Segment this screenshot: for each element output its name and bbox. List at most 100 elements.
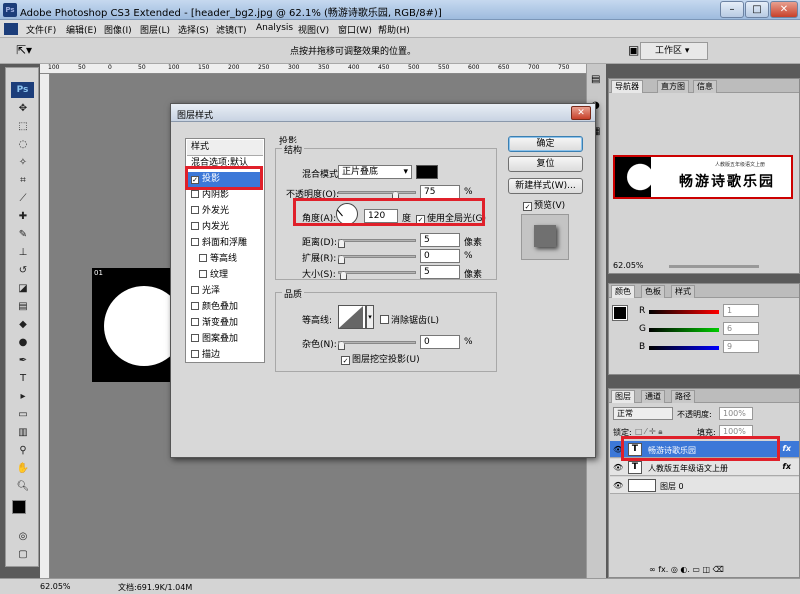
tab-styles[interactable]: 样式 [671,285,695,298]
contour-picker[interactable] [338,305,366,329]
noise-input[interactable]: 0 [420,335,460,349]
eye-icon[interactable]: 👁︎ [613,445,623,454]
brush-tool-icon[interactable]: ✎ [14,228,32,242]
navigator-zoom-slider[interactable] [669,265,759,268]
healing-brush-icon[interactable]: ✚ [14,210,32,224]
eyedropper-icon[interactable]: ⚲ [14,444,32,458]
maximize-button[interactable]: □ [745,1,769,18]
foreground-color[interactable] [12,500,26,514]
effect-checkbox[interactable] [191,286,199,294]
move-tool-icon[interactable]: ⇱▾ [16,43,32,57]
shadow-color-swatch[interactable] [416,165,438,179]
marquee-tool-icon[interactable]: ⬚ [14,120,32,134]
knockout-toggle[interactable]: ✓ 图层挖空投影(U) [341,352,420,365]
effect-checkbox[interactable] [191,350,199,358]
noise-slider[interactable] [338,341,416,344]
dock-icon[interactable]: ▤ [591,74,600,85]
spread-input[interactable]: 0 [420,249,460,263]
menu-layer[interactable]: 图层(L) [140,23,170,36]
shape-tool-icon[interactable]: ▭ [14,408,32,422]
preview-toggle[interactable]: ✓ 预览(V) [523,198,565,211]
lasso-tool-icon[interactable]: ◌ [14,138,32,152]
menu-help[interactable]: 帮助(H) [378,23,410,36]
magic-wand-icon[interactable]: ✧ [14,156,32,170]
layer-row[interactable]: 👁︎ T 畅游诗歌乐园 fx [610,441,799,458]
effect-color-overlay[interactable]: 颜色叠加 [187,300,263,316]
effect-checkbox[interactable] [191,206,199,214]
effect-checkbox[interactable] [199,270,207,278]
global-light-checkbox[interactable]: ✓ [416,215,425,224]
navigator-zoom[interactable]: 62.05% [613,261,644,270]
menu-view[interactable]: 视图(V) [298,23,329,36]
crop-tool-icon[interactable]: ⌗ [14,174,32,188]
effect-bevel-emboss[interactable]: 斜面和浮雕 [187,236,263,252]
effect-checkbox[interactable] [191,318,199,326]
effect-gradient-overlay[interactable]: 渐变叠加 [187,316,263,332]
close-button[interactable]: ✕ [770,1,798,18]
blur-tool-icon[interactable]: ◆ [14,318,32,332]
knockout-checkbox[interactable]: ✓ [341,356,350,365]
distance-slider[interactable] [338,239,416,242]
antialias-toggle[interactable]: 消除锯齿(L) [380,313,439,326]
effect-texture[interactable]: 纹理 [187,268,263,284]
effect-drop-shadow[interactable]: ✓ 投影 [187,172,263,188]
effect-inner-glow[interactable]: 内发光 [187,220,263,236]
menu-analysis[interactable]: Analysis [256,23,293,33]
fx-icon[interactable]: fx [782,444,791,453]
effect-checkbox[interactable] [191,190,199,198]
gradient-tool-icon[interactable]: ▤ [14,300,32,314]
global-light-toggle[interactable]: ✓ 使用全局光(G) [416,211,486,224]
dialog-close-button[interactable]: ✕ [571,106,591,120]
fx-icon[interactable]: fx [782,462,791,471]
layer-opacity-value[interactable]: 100% [719,407,753,420]
menu-filter[interactable]: 滤镜(T) [216,23,247,36]
layer-row[interactable]: 👁︎ 图层 0 [610,477,799,494]
screen-mode-icon[interactable]: ▢ [14,548,32,562]
angle-dial[interactable] [336,203,358,225]
layer-row[interactable]: 👁︎ T 人教版五年级语文上册 fx [610,459,799,476]
effect-checkbox[interactable] [191,302,199,310]
b-value[interactable]: 9 [723,340,759,353]
opacity-input[interactable]: 75 [420,185,460,199]
reset-button[interactable]: 复位 [508,156,583,172]
styles-header[interactable]: 样式 [187,140,263,156]
path-select-icon[interactable]: ▸ [14,390,32,404]
quick-mask-icon[interactable]: ◎ [14,530,32,544]
layers-footer-icons[interactable]: ∞ fx. ◎ ◐. ▭ ◫ ⌫ [649,565,724,574]
navigator-thumbnail[interactable]: 人教版五年级语文上册 畅游诗歌乐园 [613,155,793,199]
effect-checkbox[interactable] [199,254,207,262]
g-slider[interactable] [649,328,719,332]
zoom-tool-icon[interactable]: 🔍︎ [14,480,32,494]
menu-edit[interactable]: 编辑(E) [66,23,97,36]
tab-navigator[interactable]: 导航器 [611,80,643,93]
preview-checkbox[interactable]: ✓ [523,202,532,211]
menu-file[interactable]: 文件(F) [26,23,56,36]
minimize-button[interactable]: – [720,1,744,18]
eye-icon[interactable]: 👁︎ [613,481,623,490]
tab-layers[interactable]: 图层 [611,390,635,403]
effect-checkbox[interactable] [191,222,199,230]
workspace-button[interactable]: 工作区 ▾ [640,42,708,60]
blend-mode-select[interactable]: 正片叠底 ▾ [338,165,412,179]
menu-window[interactable]: 窗口(W) [338,23,372,36]
type-tool-icon[interactable]: T [14,372,32,386]
layer-fill-value[interactable]: 100% [719,425,753,438]
blend-mode-select[interactable]: 正常 [613,407,673,420]
eye-icon[interactable]: 👁︎ [613,463,623,472]
r-value[interactable]: 1 [723,304,759,317]
antialias-checkbox[interactable] [380,315,389,324]
hand-tool-icon[interactable]: ✋ [14,462,32,476]
blend-options-item[interactable]: 混合选项:默认 [187,156,263,172]
pen-tool-icon[interactable]: ✒ [14,354,32,368]
tab-info[interactable]: 信息 [693,80,717,93]
dodge-tool-icon[interactable]: ● [14,336,32,350]
color-foreground-swatch[interactable] [612,305,628,321]
history-brush-icon[interactable]: ↺ [14,264,32,278]
g-value[interactable]: 6 [723,322,759,335]
tab-channels[interactable]: 通道 [641,390,665,403]
move-tool-icon[interactable]: ✥ [14,102,32,116]
eraser-tool-icon[interactable]: ◪ [14,282,32,296]
effect-outer-glow[interactable]: 外发光 [187,204,263,220]
effect-satin[interactable]: 光泽 [187,284,263,300]
stamp-tool-icon[interactable]: ⊥ [14,246,32,260]
